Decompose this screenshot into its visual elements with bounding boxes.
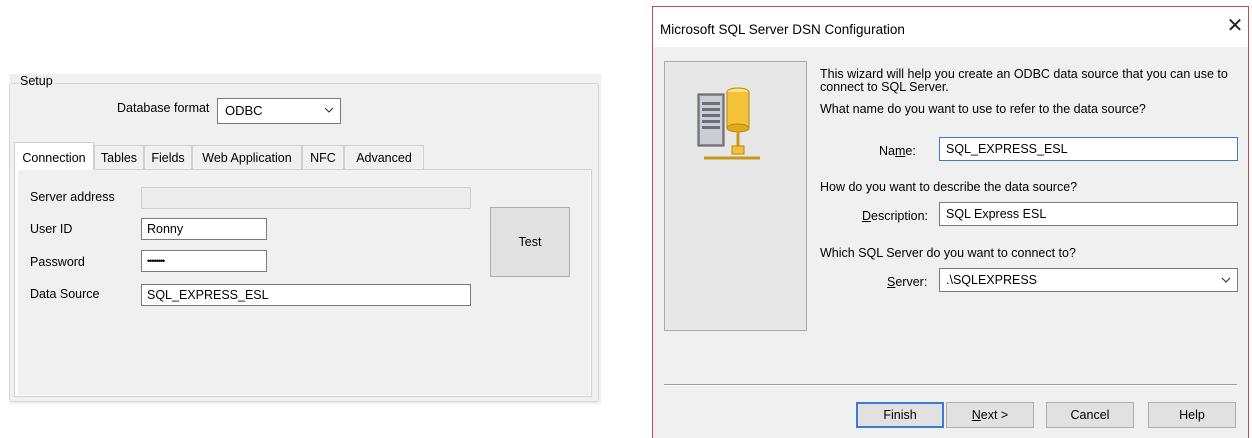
data-source-label: Data Source (30, 287, 100, 301)
tab-advanced[interactable]: Advanced (344, 145, 424, 169)
database-format-value: ODBC (225, 103, 263, 118)
tab-nfc[interactable]: NFC (302, 145, 344, 169)
test-button[interactable]: Test (490, 207, 570, 277)
password-field[interactable]: •••••••• (141, 250, 267, 272)
next-button[interactable]: Next > (946, 402, 1034, 428)
password-label: Password (30, 255, 85, 269)
cancel-button[interactable]: Cancel (1046, 402, 1134, 428)
finish-button[interactable]: Finish (856, 402, 944, 428)
intro-text-line-1: This wizard will help you create an ODBC… (820, 67, 1228, 81)
description-label: Description: (862, 209, 929, 223)
dialog-title: Microsoft SQL Server DSN Configuration (660, 22, 905, 37)
description-question: How do you want to describe the data sou… (820, 180, 1078, 194)
tab-web-application[interactable]: Web Application (192, 145, 302, 169)
server-address-field[interactable] (141, 187, 471, 209)
name-label: Name: (879, 144, 916, 158)
name-question: What name do you want to use to refer to… (820, 102, 1146, 116)
setup-group-label: Setup (18, 74, 55, 88)
chevron-down-icon (324, 102, 334, 121)
user-id-field[interactable]: Ronny (141, 218, 267, 240)
tab-tables[interactable]: Tables (94, 145, 144, 169)
button-separator-highlight (664, 385, 1237, 386)
user-id-label: User ID (30, 222, 73, 236)
intro-text-line-2: connect to SQL Server. (820, 80, 949, 94)
server-label: Server: (887, 275, 928, 289)
server-select[interactable]: .\SQLEXPRESS (939, 268, 1238, 292)
database-format-select[interactable]: ODBC (217, 98, 341, 124)
description-field[interactable]: SQL Express ESL (939, 202, 1238, 226)
tab-connection[interactable]: Connection (14, 142, 94, 170)
help-button[interactable]: Help (1148, 402, 1236, 428)
chevron-down-icon (1221, 272, 1231, 295)
name-field[interactable]: SQL_EXPRESS_ESL (939, 137, 1238, 161)
database-format-label: Database format (117, 101, 210, 115)
server-select-value: .\SQLEXPRESS (946, 273, 1038, 287)
server-question: Which SQL Server do you want to connect … (820, 246, 1076, 260)
data-source-field[interactable]: SQL_EXPRESS_ESL (141, 284, 471, 306)
tab-fields[interactable]: Fields (144, 145, 192, 169)
close-icon[interactable]: ✕ (1223, 14, 1247, 38)
server-database-network-icon (694, 80, 764, 170)
server-address-label: Server address (30, 190, 115, 204)
